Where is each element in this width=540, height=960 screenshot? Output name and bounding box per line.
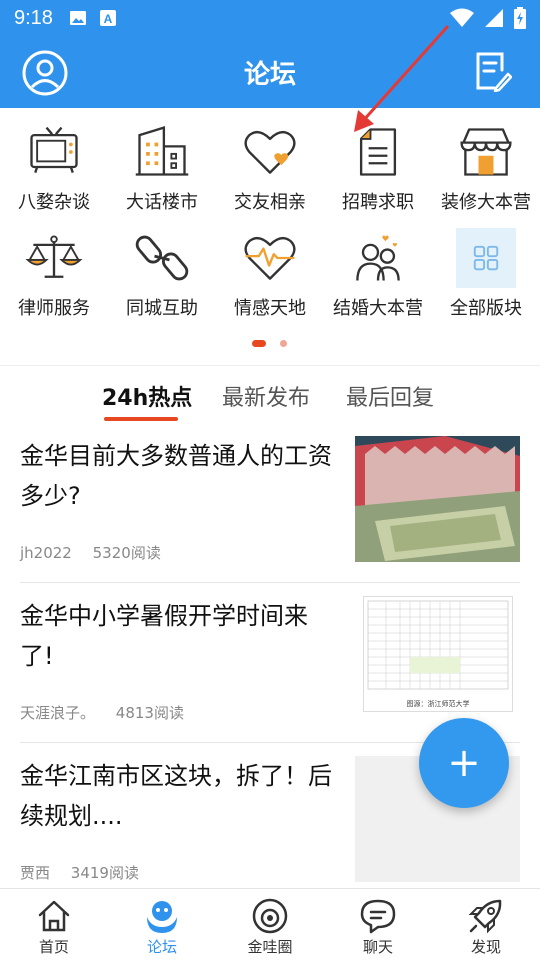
post-meta: jh2022 5320阅读 <box>20 542 177 563</box>
category-emotion[interactable]: 情感天地 <box>216 214 324 320</box>
rocket-icon <box>468 899 502 934</box>
post-title: 金华目前大多数普通人的工资多少? <box>20 442 332 510</box>
building-icon <box>135 126 189 176</box>
post-title: 金华江南市区这块，拆了！后续规划.... <box>20 762 332 830</box>
list-item[interactable]: 金华中小学暑假开学时间来了! 天涯浪子。 4813阅读 图源：浙江师范大学 <box>20 596 520 726</box>
tv-icon <box>30 126 78 173</box>
pager-dots <box>0 340 540 348</box>
category-label: 装修大本营 <box>441 192 531 213</box>
signal-icon <box>485 9 503 27</box>
home-icon <box>38 900 70 932</box>
nav-discover[interactable]: 发现 <box>432 889 540 960</box>
category-real-estate[interactable]: 大话楼市 <box>108 108 216 214</box>
money-thumbnail-image <box>355 436 520 562</box>
annotation-arrow-icon <box>354 24 450 132</box>
status-time: 9:18 <box>14 6 53 29</box>
post-author: 贾西 <box>20 864 51 882</box>
category-wedding[interactable]: 结婚大本营 <box>324 214 432 320</box>
post-title: 金华中小学暑假开学时间来了! <box>20 602 308 670</box>
tab-24h-hot[interactable]: 24h热点 <box>102 380 192 412</box>
category-label: 全部版块 <box>450 298 522 319</box>
category-label: 结婚大本营 <box>333 298 423 319</box>
circle-community-icon <box>252 898 288 934</box>
nav-label: 聊天 <box>362 938 393 956</box>
heartbeat-icon <box>244 236 296 280</box>
calendar-table-image <box>367 600 509 690</box>
category-bawu-talk[interactable]: 八婺杂谈 <box>0 108 108 214</box>
nav-home[interactable]: 首页 <box>0 889 108 960</box>
house-icon <box>460 128 512 176</box>
category-label: 同城互助 <box>126 298 198 319</box>
post-reads: 3419阅读 <box>70 864 139 882</box>
category-label: 招聘求职 <box>342 192 414 213</box>
scale-icon <box>25 235 83 278</box>
thumbnail-caption: 图源：浙江师范大学 <box>406 700 470 708</box>
image-notification-icon <box>69 11 86 25</box>
post-meta: 贾西 3419阅读 <box>20 862 155 883</box>
post-reads: 5320阅读 <box>92 544 161 562</box>
grid-icon <box>456 228 516 288</box>
tab-underline <box>104 417 178 421</box>
couple-icon <box>356 235 400 281</box>
nav-forum[interactable]: 论坛 <box>108 889 216 960</box>
list-item[interactable]: 金华目前大多数普通人的工资多少? jh2022 5320阅读 <box>20 436 520 566</box>
svg-text:A: A <box>104 12 113 26</box>
nav-chat[interactable]: 聊天 <box>324 889 432 960</box>
category-all-sections[interactable]: 全部版块 <box>432 214 540 320</box>
tab-latest[interactable]: 最新发布 <box>222 380 310 412</box>
nav-circle[interactable]: 金哇圈 <box>216 889 324 960</box>
forum-icon <box>147 901 177 933</box>
calendar-thumbnail-image: 图源：浙江师范大学 <box>363 596 513 712</box>
category-label: 大话楼市 <box>126 192 198 213</box>
category-grid: 八婺杂谈 大话楼市 交友相亲 招聘求职 装修大本营 律师服务 同城互助 情感天地… <box>0 108 540 366</box>
nav-label: 论坛 <box>146 938 177 956</box>
nav-label: 发现 <box>470 938 501 956</box>
battery-icon <box>514 7 526 29</box>
feed-tabs: 24h热点 最新发布 最后回复 <box>0 372 540 428</box>
pager-dot <box>280 340 287 347</box>
divider <box>20 582 520 583</box>
app-notification-icon: A <box>99 10 116 26</box>
category-label: 八婺杂谈 <box>18 192 90 213</box>
category-mutual-help[interactable]: 同城互助 <box>108 214 216 320</box>
new-post-fab[interactable]: + <box>419 718 509 808</box>
tab-last-reply[interactable]: 最后回复 <box>346 380 434 412</box>
category-label: 情感天地 <box>234 298 306 319</box>
category-label: 交友相亲 <box>234 192 306 213</box>
post-meta: 天涯浪子。 4813阅读 <box>20 702 200 723</box>
category-lawyer[interactable]: 律师服务 <box>0 214 108 320</box>
bottom-nav: 首页 论坛 金哇圈 聊天 发现 <box>0 888 540 960</box>
chat-bubble-icon <box>360 899 396 934</box>
post-author: jh2022 <box>20 544 72 562</box>
category-label: 律师服务 <box>18 298 90 319</box>
nav-label: 首页 <box>38 938 69 956</box>
category-row-2: 律师服务 同城互助 情感天地 结婚大本营 全部版块 <box>0 214 540 320</box>
chain-icon <box>135 235 189 281</box>
post-reads: 4813阅读 <box>115 704 184 722</box>
pager-dot-active <box>252 340 266 347</box>
nav-label: 金哇圈 <box>247 938 293 956</box>
post-author: 天涯浪子。 <box>20 704 96 722</box>
category-dating[interactable]: 交友相亲 <box>216 108 324 214</box>
compose-post-icon[interactable] <box>472 50 512 92</box>
heart-icon <box>244 130 296 174</box>
